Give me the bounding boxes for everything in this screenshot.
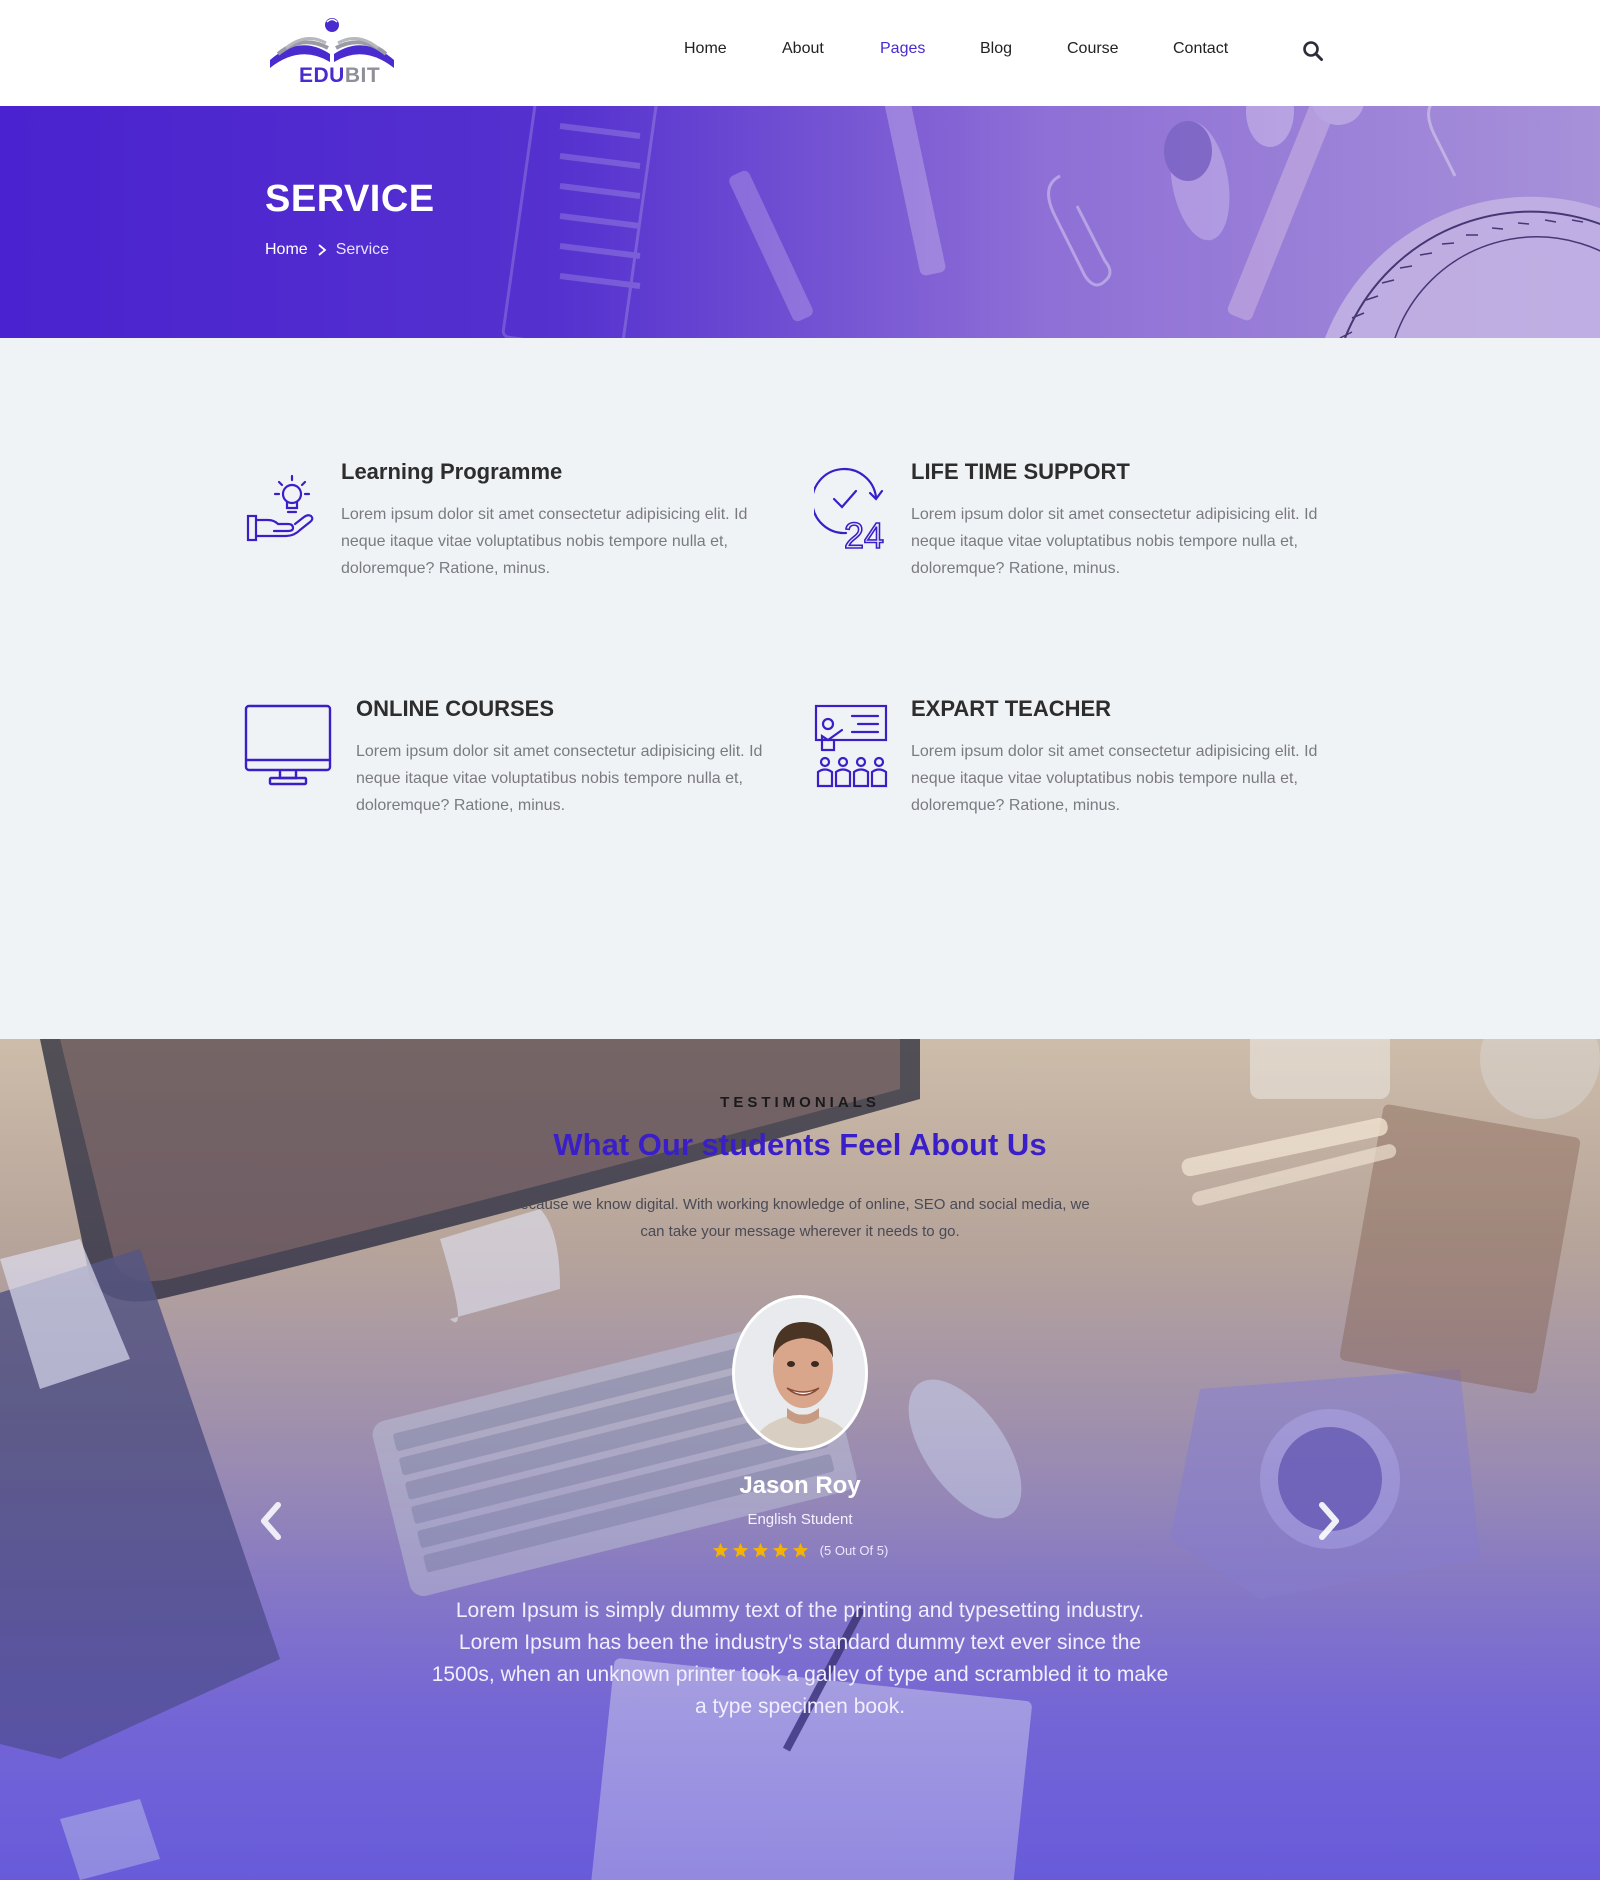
breadcrumb: Home Service [265,241,389,259]
nav-item-contact[interactable]: Contact [1173,40,1228,58]
stationery-background-image [501,106,1600,338]
testimonial-quote: Lorem Ipsum is simply dummy text of the … [431,1599,1169,1718]
star-icon [732,1542,748,1558]
service-description: Lorem ipsum dolor sit amet consectetur a… [911,743,1318,814]
service-description: Lorem ipsum dolor sit amet consectetur a… [341,506,748,577]
lightbulb-hand-icon [246,474,314,542]
search-icon[interactable] [1302,40,1324,62]
site-header: EDUBIT Home About Pages Blog Course Cont… [0,0,1600,106]
nav-item-course[interactable]: Course [1067,40,1119,58]
reviewer-role: English Student [747,1511,853,1528]
star-icon [772,1542,788,1558]
star-icon [752,1542,768,1558]
teacher-board-icon [814,704,888,788]
student-portrait-image [735,1298,865,1448]
service-description: Lorem ipsum dolor sit amet consectetur a… [911,506,1318,577]
breadcrumb-home-link[interactable]: Home [265,241,308,259]
brand-wordmark: EDUBIT [299,64,380,88]
reviewer-name: Jason Roy [739,1472,861,1499]
service-title: Learning Programme [341,459,563,484]
star-icon [792,1542,808,1558]
star-rating: (5 Out Of 5) [0,1542,1600,1559]
nav-item-pages[interactable]: Pages [880,40,925,58]
service-title: LIFE TIME SUPPORT [911,459,1130,484]
star-icon [712,1542,728,1558]
nav-item-blog[interactable]: Blog [980,40,1012,58]
nav-item-home[interactable]: Home [684,40,727,58]
chevron-right-icon[interactable] [1314,1501,1344,1541]
svg-text:24: 24 [844,515,884,551]
main-nav: Home About Pages Blog Course Contact [0,40,1600,64]
chevron-right-icon [318,244,327,256]
rating-label: (5 Out Of 5) [819,1543,889,1558]
service-title: EXPART TEACHER [911,696,1112,721]
section-eyebrow: TESTIMONIALS [720,1094,880,1111]
service-description: Lorem ipsum dolor sit amet consectetur a… [356,743,763,814]
breadcrumb-current: Service [335,241,390,258]
chevron-left-icon[interactable] [256,1501,286,1541]
page-banner: SERVICE Home Service [0,106,1600,338]
service-title: ONLINE COURSES [356,696,555,721]
section-subtitle: Because we know digital. With working kn… [510,1196,1090,1240]
avatar [732,1295,868,1451]
brand-part-bit: BIT [344,64,381,87]
nav-item-about[interactable]: About [782,40,824,58]
page-title: SERVICE [265,178,435,220]
background-tint [0,1039,1600,1880]
section-heading: What Our students Feel About Us [553,1127,1047,1162]
brand-part-edu: EDU [299,64,345,87]
testimonials-section: TESTIMONIALS What Our students Feel Abou… [0,1039,1600,1880]
clock-24-icon: 24 [814,467,885,551]
monitor-icon [244,704,332,786]
